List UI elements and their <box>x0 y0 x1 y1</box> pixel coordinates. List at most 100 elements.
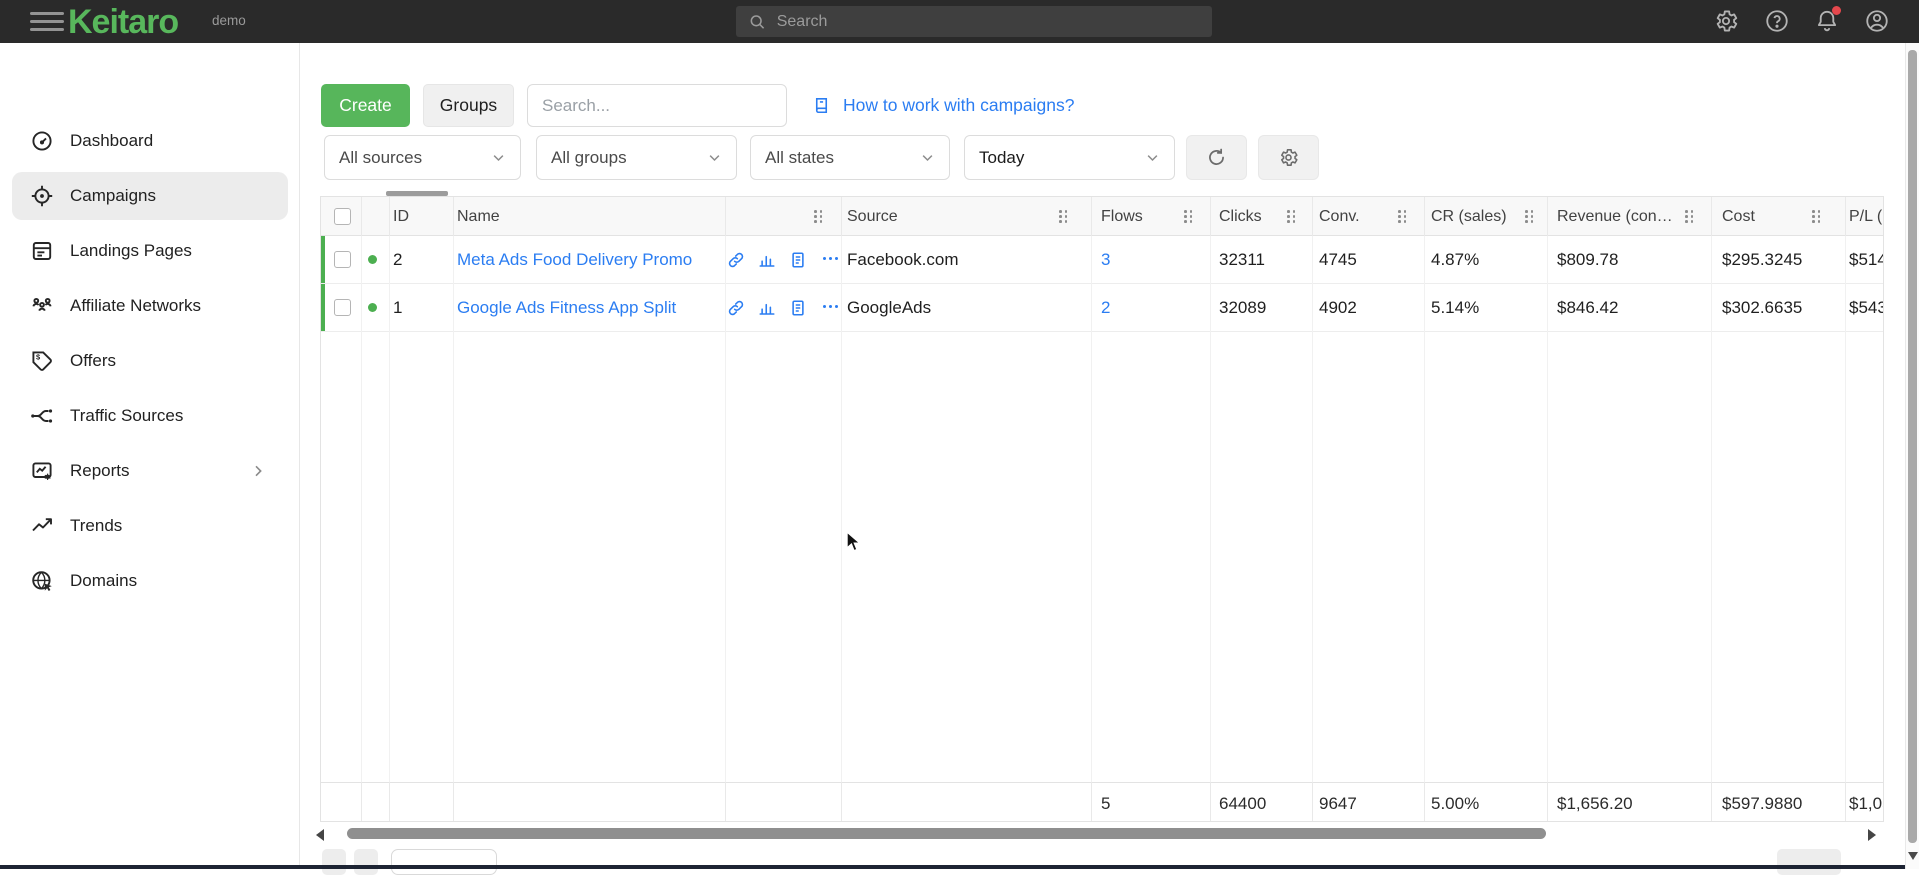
col-header-source[interactable]: Source <box>847 197 898 236</box>
hamburger-menu-icon[interactable] <box>30 12 64 32</box>
settings-gear-icon[interactable] <box>1713 8 1741 36</box>
col-header-clicks[interactable]: Clicks <box>1219 197 1262 236</box>
pagination-button[interactable] <box>322 849 346 875</box>
table-header: ID Name Source Flows Clicks Conv. CR (sa… <box>321 197 1883 236</box>
table-settings-button[interactable] <box>1258 135 1319 180</box>
campaign-stats-icon[interactable] <box>758 299 776 317</box>
campaign-report-icon[interactable] <box>789 299 807 317</box>
hscroll-thumb[interactable] <box>347 828 1546 839</box>
chevron-down-icon <box>707 150 722 165</box>
column-divider <box>1312 782 1313 822</box>
groups-button[interactable]: Groups <box>423 84 514 127</box>
sidebar-item-landings-pages[interactable]: Landings Pages <box>12 227 288 275</box>
col-header-conv[interactable]: Conv. <box>1319 197 1360 236</box>
column-divider <box>1547 197 1548 236</box>
sidebar-item-reports[interactable]: Reports <box>12 447 288 495</box>
row-checkbox[interactable] <box>334 251 351 268</box>
flows-link[interactable]: 3 <box>1101 250 1110 269</box>
column-drag-handle[interactable] <box>1685 210 1694 223</box>
row-more-actions[interactable] <box>823 257 838 260</box>
sidebar-item-domains[interactable]: Domains <box>12 557 288 605</box>
cell-cr: 4.87% <box>1431 236 1479 284</box>
campaign-report-icon[interactable] <box>789 251 807 269</box>
col-header-pl[interactable]: P/L ( <box>1849 197 1882 236</box>
col-header-revenue[interactable]: Revenue (con… <box>1557 197 1673 236</box>
env-badge: demo <box>212 13 246 28</box>
row-more-actions[interactable] <box>823 305 838 308</box>
campaign-name-link[interactable]: Meta Ads Food Delivery Promo <box>457 250 692 269</box>
column-drag-handle[interactable] <box>1398 210 1407 223</box>
status-dot <box>368 255 377 264</box>
sidebar-item-trends[interactable]: Trends <box>12 502 288 550</box>
sidebar-item-affiliate-networks[interactable]: Affiliate Networks <box>12 282 288 330</box>
col-header-flows[interactable]: Flows <box>1101 197 1143 236</box>
column-drag-handle[interactable] <box>1287 210 1296 223</box>
column-divider <box>361 236 362 782</box>
column-drag-handle[interactable] <box>1525 210 1534 223</box>
states-filter-dropdown[interactable]: All states <box>750 135 950 180</box>
column-divider <box>1845 782 1846 822</box>
campaign-name-link[interactable]: Google Ads Fitness App Split <box>457 298 676 317</box>
pagination-button[interactable] <box>354 849 378 875</box>
column-drag-handle[interactable] <box>814 210 823 223</box>
hscroll-left-arrow[interactable] <box>316 829 324 841</box>
bottom-right-button[interactable] <box>1777 849 1841 875</box>
col-header-cr[interactable]: CR (sales) <box>1431 197 1507 236</box>
global-search-input[interactable] <box>777 13 1200 31</box>
cell-conv: 4902 <box>1319 284 1357 332</box>
vscroll-thumb[interactable] <box>1908 50 1917 843</box>
row-checkbox[interactable] <box>334 299 351 316</box>
campaign-link-icon[interactable] <box>727 299 745 317</box>
help-campaigns-link[interactable]: How to work with campaigns? <box>812 95 1074 116</box>
campaign-link-icon[interactable] <box>727 251 745 269</box>
chevron-down-icon <box>920 150 935 165</box>
column-drag-handle[interactable] <box>1812 210 1821 223</box>
sidebar-item-campaigns[interactable]: Campaigns <box>12 172 288 220</box>
column-drag-handle[interactable] <box>1059 210 1068 223</box>
help-icon[interactable] <box>1764 8 1792 36</box>
column-divider <box>1547 782 1548 822</box>
global-search[interactable] <box>736 6 1212 37</box>
sidebar-item-label: Landings Pages <box>70 241 192 261</box>
column-divider <box>725 236 726 782</box>
search-icon <box>748 12 767 32</box>
campaigns-table: ID Name Source Flows Clicks Conv. CR (sa… <box>320 196 1884 822</box>
cell-revenue: $846.42 <box>1557 284 1618 332</box>
table-row: 2 Meta Ads Food Delivery Promo Facebook.… <box>321 236 1883 284</box>
campaign-stats-icon[interactable] <box>758 251 776 269</box>
sidebar-item-offers[interactable]: $ Offers <box>12 337 288 385</box>
column-divider <box>1711 782 1712 822</box>
notifications-bell-icon[interactable] <box>1814 8 1842 36</box>
table-totals-row: 5 64400 9647 5.00% $1,656.20 $597.9880 $… <box>321 782 1883 822</box>
refresh-button[interactable] <box>1186 135 1247 180</box>
col-header-cost[interactable]: Cost <box>1722 197 1755 236</box>
cell-source: Facebook.com <box>847 236 959 284</box>
select-all-checkbox[interactable] <box>334 208 351 225</box>
column-divider <box>841 197 842 236</box>
col-header-name[interactable]: Name <box>457 197 500 236</box>
date-range-value: Today <box>979 148 1024 168</box>
reports-icon <box>30 459 54 483</box>
column-divider <box>725 197 726 236</box>
account-icon[interactable] <box>1864 8 1892 36</box>
create-button[interactable]: Create <box>321 84 410 127</box>
sources-filter-dropdown[interactable]: All sources <box>324 135 521 180</box>
cell-cost: $295.3245 <box>1722 236 1802 284</box>
sources-filter-value: All sources <box>339 148 422 168</box>
chevron-down-icon <box>1145 150 1160 165</box>
campaign-search-input[interactable] <box>527 84 787 127</box>
groups-filter-dropdown[interactable]: All groups <box>536 135 737 180</box>
sidebar-item-traffic-sources[interactable]: Traffic Sources <box>12 392 288 440</box>
hscroll-right-arrow[interactable] <box>1868 829 1876 841</box>
col-header-id[interactable]: ID <box>393 197 409 236</box>
cell-pl: $514 <box>1849 236 1884 284</box>
column-drag-handle[interactable] <box>1184 210 1193 223</box>
per-page-select[interactable] <box>391 849 497 875</box>
total-flows: 5 <box>1101 783 1110 822</box>
sidebar-item-label: Traffic Sources <box>70 406 183 426</box>
sidebar-item-dashboard[interactable]: Dashboard <box>12 117 288 165</box>
date-range-dropdown[interactable]: Today <box>964 135 1175 180</box>
help-link-label: How to work with campaigns? <box>843 95 1074 116</box>
flows-link[interactable]: 2 <box>1101 298 1110 317</box>
vscroll-down-arrow[interactable] <box>1908 852 1918 860</box>
